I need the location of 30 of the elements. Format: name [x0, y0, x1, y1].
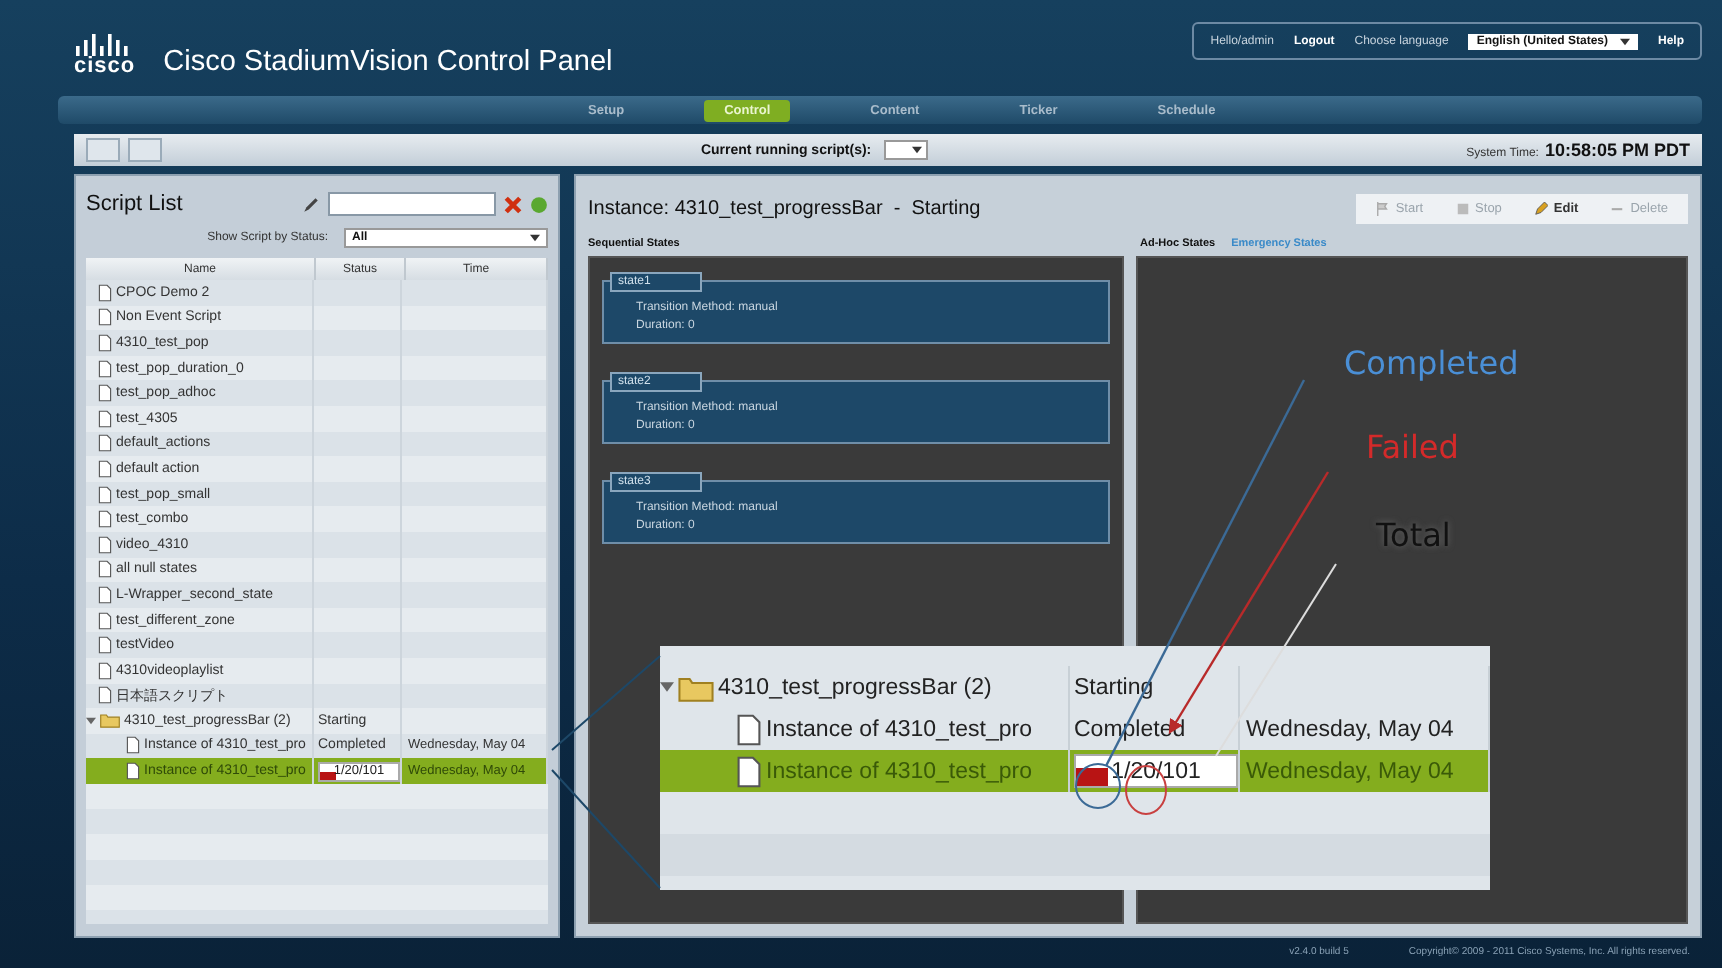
close-icon[interactable]	[504, 195, 522, 213]
cisco-logo: cisco	[74, 34, 136, 78]
instance-title: Instance: 4310_test_progressBar - Starting	[588, 197, 983, 219]
document-icon	[736, 755, 762, 787]
search-field[interactable]	[328, 192, 496, 216]
script-name[interactable]: 4310_test_progressBar (2)	[718, 675, 992, 699]
time-text: Wednesday, May 04	[1246, 717, 1454, 741]
stop-icon	[1455, 201, 1470, 215]
expanded-icon[interactable]	[86, 715, 96, 726]
pencil-icon[interactable]	[302, 195, 320, 213]
toolbar-button[interactable]	[86, 138, 120, 162]
annotation-label: Completed	[1344, 344, 1519, 382]
leader-line	[551, 769, 661, 889]
app-title: Cisco StadiumVision Control Panel	[163, 46, 613, 78]
caret-icon	[911, 146, 922, 154]
toolbar-button[interactable]	[128, 138, 162, 162]
pencil-icon	[1533, 201, 1548, 215]
expanded-icon[interactable]	[660, 680, 674, 694]
panel-title: Script List	[86, 192, 185, 216]
system-time: 10:58:05 PM PDT	[1544, 140, 1690, 160]
script-select[interactable]	[883, 140, 928, 160]
flag-icon	[1375, 201, 1390, 215]
leader-line	[551, 655, 661, 751]
time-text: Wednesday, May 04	[1246, 759, 1454, 783]
annotation-label: Failed	[1366, 428, 1459, 466]
document-icon	[736, 713, 762, 745]
caret-icon	[530, 234, 540, 242]
caret-icon	[1619, 37, 1630, 45]
script-name[interactable]: Instance of 4310_test_pro	[766, 717, 1032, 741]
folder-icon	[678, 673, 714, 701]
